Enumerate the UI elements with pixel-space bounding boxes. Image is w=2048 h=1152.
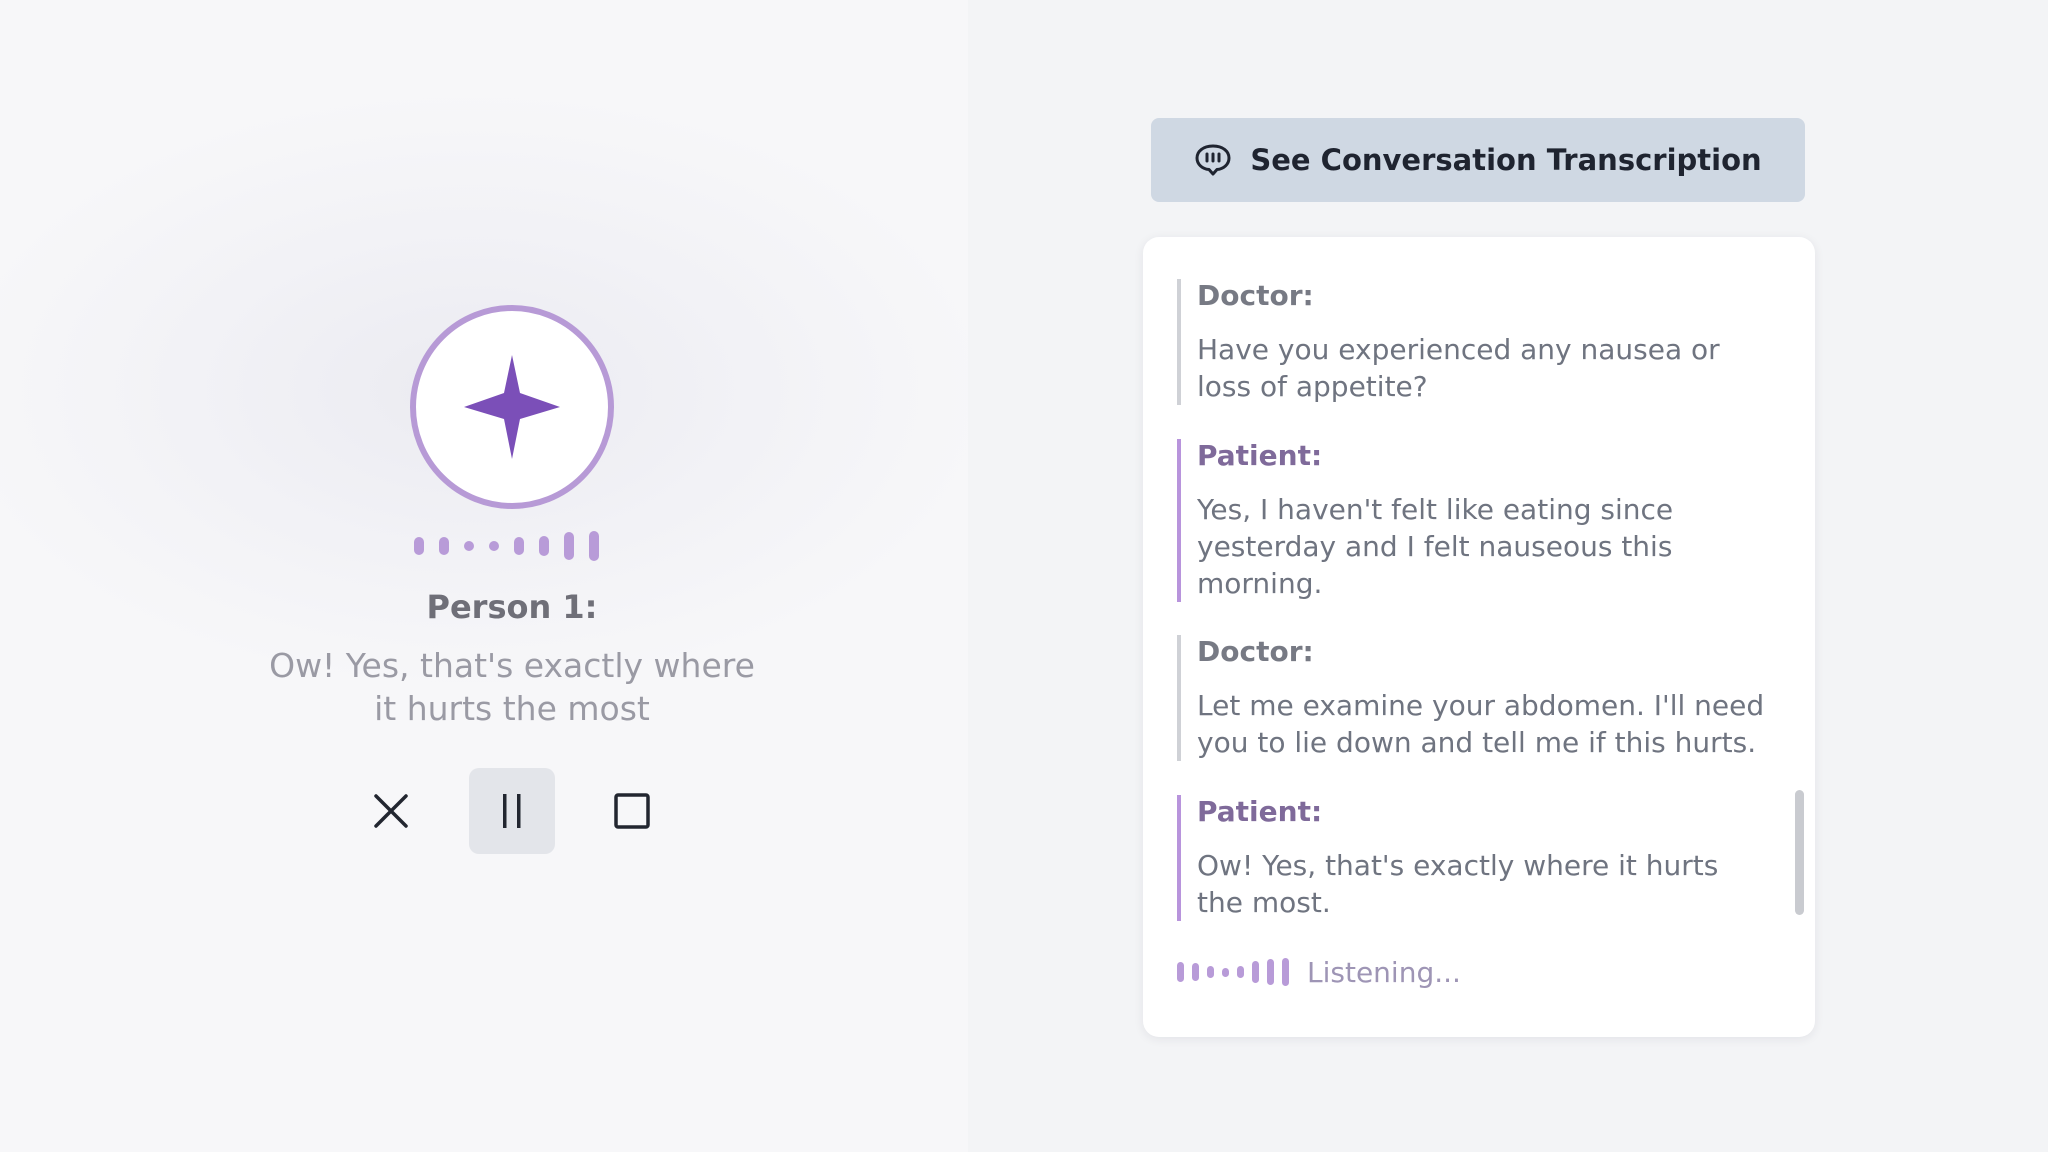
stop-icon — [614, 793, 650, 829]
chat-bubble-icon — [1195, 144, 1231, 176]
message-text: Yes, I haven't felt like eating since ye… — [1197, 493, 1674, 600]
speaker-name: Patient: — [1197, 795, 1323, 828]
recording-controls — [0, 768, 968, 854]
scrollbar-thumb[interactable] — [1795, 790, 1804, 915]
message-text: Have you experienced any nausea or loss … — [1197, 333, 1720, 403]
live-speaker-panel: Person 1: Ow! Yes, that's exactly where … — [0, 0, 968, 1152]
assistant-avatar — [410, 305, 614, 509]
voice-waveform — [414, 530, 599, 562]
transcript-message: Doctor: Have you experienced any nausea … — [1177, 279, 1767, 405]
listening-waveform — [1177, 958, 1289, 986]
speaker-name: Doctor: — [1197, 279, 1314, 312]
message-text: Let me examine your abdomen. I'll need y… — [1197, 689, 1765, 759]
speaker-label: Person 1: — [426, 588, 598, 626]
live-caption: Ow! Yes, that's exactly where it hurts t… — [269, 646, 755, 728]
pause-button[interactable] — [469, 768, 555, 854]
speaker-name: Patient: — [1197, 439, 1323, 472]
transcript-panel[interactable]: Doctor: Have you experienced any nausea … — [1143, 237, 1815, 1037]
message-text: Ow! Yes, that's exactly where it hurts t… — [1197, 849, 1719, 919]
close-icon — [374, 794, 408, 828]
listening-indicator: Listening... — [1177, 955, 1461, 989]
stop-button[interactable] — [589, 768, 675, 854]
transcription-button-label: See Conversation Transcription — [1250, 143, 1762, 177]
pause-icon — [503, 794, 521, 828]
listening-status: Listening... — [1307, 955, 1461, 989]
see-transcription-button[interactable]: See Conversation Transcription — [1151, 118, 1805, 202]
cancel-button[interactable] — [348, 768, 434, 854]
sparkle-star-icon — [464, 355, 560, 459]
transcript-message: Patient: Yes, I haven't felt like eating… — [1177, 439, 1767, 602]
transcript-message: Doctor: Let me examine your abdomen. I'l… — [1177, 635, 1767, 761]
transcript-message: Patient: Ow! Yes, that's exactly where i… — [1177, 795, 1767, 921]
speaker-name: Doctor: — [1197, 635, 1314, 668]
